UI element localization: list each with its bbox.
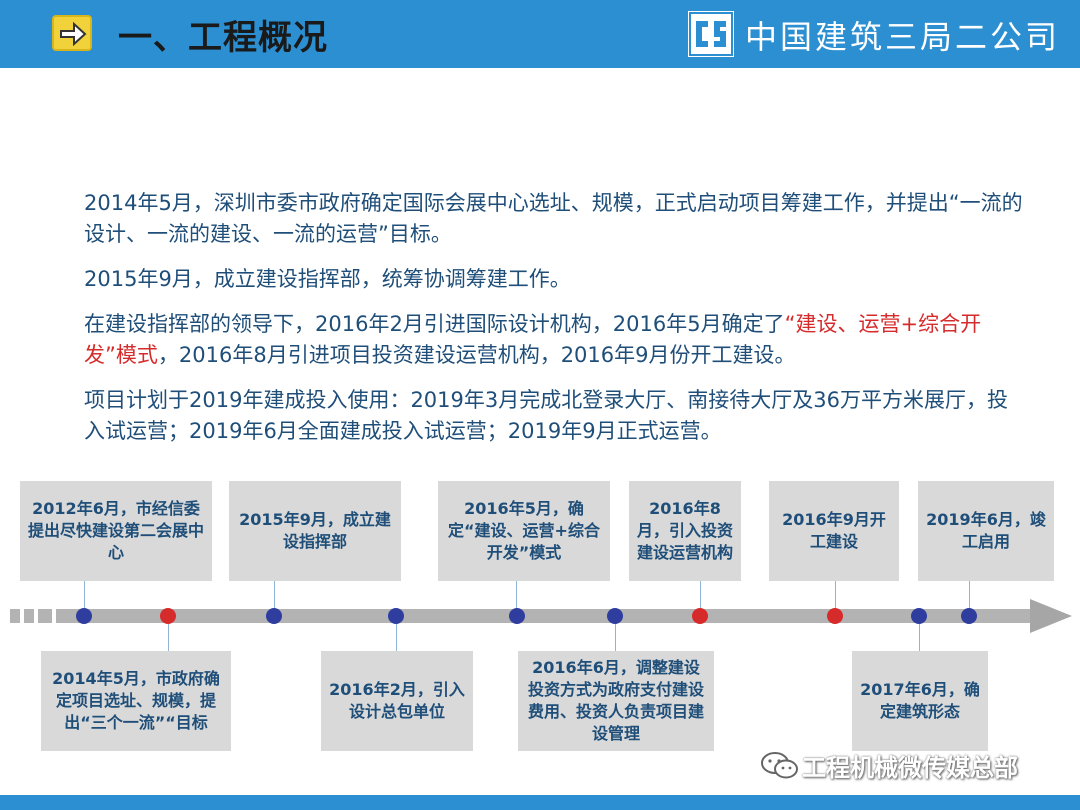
timeline-top-event: 2016年9月开工建设	[769, 481, 899, 581]
paragraph-4: 项目计划于2019年建成投入使用：2019年3月完成北登录大厅、南接待大厅及36…	[84, 388, 1008, 443]
timeline-bottom-event: 2016年2月，引入设计总包单位	[321, 651, 473, 751]
cscec-logo-icon	[688, 11, 734, 57]
timeline-top-event: 2015年9月，成立建设指挥部	[229, 481, 401, 581]
timeline-dot	[607, 608, 623, 624]
timeline-dot	[509, 608, 525, 624]
footer-bar	[0, 795, 1080, 810]
timeline-dot	[160, 608, 176, 624]
timeline-connector	[396, 624, 397, 651]
paragraph-2: 2015年9月，成立建设指挥部，统筹协调筹建工作。	[84, 267, 571, 291]
arrow-right-icon	[52, 15, 92, 51]
timeline-dot	[911, 608, 927, 624]
timeline-top-event: 2019年6月，竣工启用	[918, 481, 1054, 581]
timeline-top-event: 2016年5月，确定“建设、运营+综合开发”模式	[438, 481, 610, 581]
timeline-dot	[266, 608, 282, 624]
timeline-bottom-event: 2017年6月，确定建筑形态	[852, 651, 988, 751]
page-title: 一、工程概况	[118, 18, 328, 58]
timeline-connector	[168, 624, 169, 651]
timeline-top-event: 2016年8月，引入投资建设运营机构	[629, 481, 741, 581]
paragraph-3-post: ，2016年8月引进项目投资建设运营机构，2016年9月份开工建设。	[157, 343, 796, 367]
paragraph-3: 在建设指挥部的领导下，2016年2月引进国际设计机构，2016年5月确定了“建设…	[84, 309, 1024, 371]
company-name: 中国建筑三局二公司	[745, 18, 1061, 56]
timeline-top-event: 2012年6月，市经信委提出尽快建设第二会展中心	[20, 481, 212, 581]
paragraph-3-pre: 在建设指挥部的领导下，2016年2月引进国际设计机构，2016年5月确定了	[84, 312, 785, 336]
watermark-text: 工程机械微传媒总部	[802, 754, 1018, 782]
overview-text: 2014年5月，深圳市委市政府确定国际会展中心选址、规模，正式启动项目筹建工作，…	[84, 188, 1024, 461]
timeline-bottom-event: 2014年5月，市政府确定项目选址、规模，提出“三个一流”“目标	[41, 651, 231, 751]
timeline-connector	[615, 624, 616, 651]
timeline-dot	[692, 608, 708, 624]
timeline-dot	[961, 608, 977, 624]
paragraph-1: 2014年5月，深圳市委市政府确定国际会展中心选址、规模，正式启动项目筹建工作，…	[84, 191, 1023, 246]
timeline-dot	[388, 608, 404, 624]
timeline-connector	[919, 624, 920, 651]
timeline-bottom-event: 2016年6月，调整建设投资方式为政府支付建设费用、投资人负责项目建设管理	[518, 651, 714, 751]
wechat-icon	[761, 752, 798, 779]
timeline-dot	[827, 608, 843, 624]
timeline-dot	[76, 608, 92, 624]
